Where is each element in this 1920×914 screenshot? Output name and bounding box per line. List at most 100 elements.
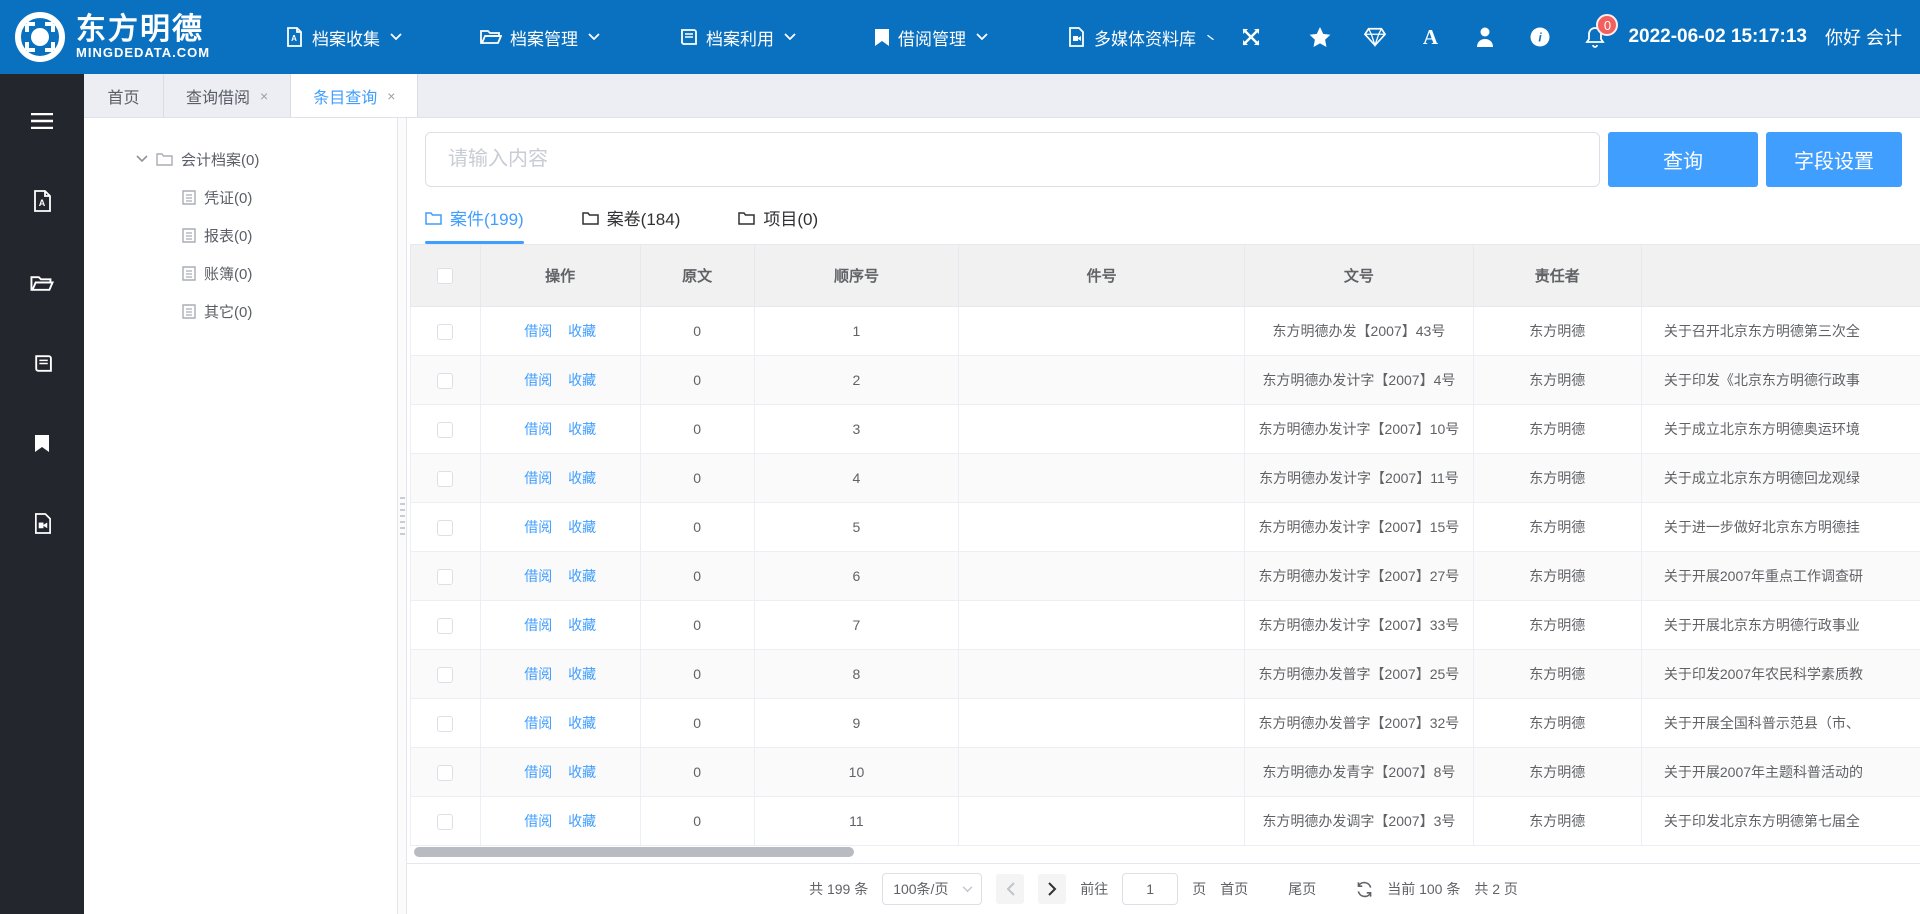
folder-icon <box>425 211 442 225</box>
row-checkbox[interactable] <box>437 618 453 634</box>
page-size-select[interactable]: 100条/页 <box>882 873 982 905</box>
close-icon[interactable]: × <box>260 88 268 104</box>
query-button[interactable]: 查询 <box>1608 132 1758 187</box>
folder-open-icon <box>480 28 502 46</box>
favorite-link[interactable]: 收藏 <box>568 764 596 780</box>
row-checkbox[interactable] <box>437 814 453 830</box>
favorites-button[interactable] <box>1309 26 1331 48</box>
sidebar-item-borrow-manage[interactable] <box>19 414 65 472</box>
field-settings-button[interactable]: 字段设置 <box>1766 132 1902 187</box>
search-input[interactable] <box>425 132 1600 187</box>
nav-archive-collect[interactable]: A 档案收集 <box>284 25 402 50</box>
sidebar-menu-toggle[interactable] <box>19 92 65 150</box>
sidebar-item-archive-collect[interactable]: A <box>19 172 65 230</box>
favorite-link[interactable]: 收藏 <box>568 568 596 584</box>
tree-node-root[interactable]: 会计档案(0) <box>136 144 397 174</box>
tab-home[interactable]: 首页 <box>84 74 164 117</box>
result-tab-volumes[interactable]: 案卷(184) <box>582 205 681 244</box>
row-checkbox[interactable] <box>437 765 453 781</box>
refresh-icon <box>1356 881 1373 898</box>
cell-original: 0 <box>640 503 754 552</box>
favorite-link[interactable]: 收藏 <box>568 813 596 829</box>
borrow-link[interactable]: 借阅 <box>524 323 552 339</box>
top-icon-group: A i 0 <box>1309 26 1606 48</box>
last-page-link[interactable]: 尾页 <box>1288 879 1316 899</box>
tab-entry-query[interactable]: 条目查询 × <box>291 74 418 117</box>
cell-sequence: 8 <box>754 650 958 699</box>
sidebar-item-archive-use[interactable] <box>19 334 65 392</box>
row-checkbox[interactable] <box>437 324 453 340</box>
row-checkbox[interactable] <box>437 373 453 389</box>
nav-media-library[interactable]: 多媒体资料库 <box>1066 25 1215 50</box>
file-pdf-icon: A <box>32 190 52 212</box>
tree-node-child[interactable]: 凭证(0) <box>136 182 397 212</box>
favorite-link[interactable]: 收藏 <box>568 666 596 682</box>
table-row: 借阅 收藏 0 5 东方明德办发计字【2007】15号 东方明德 关于进一步做好… <box>411 503 1920 552</box>
prev-page-button[interactable] <box>996 874 1024 904</box>
borrow-link[interactable]: 借阅 <box>524 372 552 388</box>
favorite-link[interactable]: 收藏 <box>568 519 596 535</box>
media-file-icon <box>1066 27 1086 47</box>
notifications-button[interactable]: 0 <box>1584 26 1606 48</box>
nav-archive-manage[interactable]: 档案管理 <box>480 25 600 50</box>
cell-title: 关于成立北京东方明德回龙观绿 <box>1641 454 1920 503</box>
points-button[interactable] <box>1364 26 1386 48</box>
fullscreen-toggle[interactable] <box>1241 27 1261 47</box>
folder-icon <box>156 152 173 166</box>
nav-archive-use[interactable]: 档案利用 <box>678 25 796 50</box>
result-tab-projects[interactable]: 项目(0) <box>738 205 818 244</box>
top-header-bar: 东方明德 MINGDEDATA.COM A 档案收集 档案管理 档案利用 借阅管… <box>0 0 1920 74</box>
font-size-button[interactable]: A <box>1419 26 1441 48</box>
next-page-button[interactable] <box>1038 874 1066 904</box>
page-number-input[interactable] <box>1122 873 1178 905</box>
page-size-value: 100条/页 <box>893 879 948 899</box>
cell-sequence: 4 <box>754 454 958 503</box>
borrow-link[interactable]: 借阅 <box>524 715 552 731</box>
cell-title: 关于开展北京东方明德行政事业 <box>1641 601 1920 650</box>
close-icon[interactable]: × <box>387 88 395 104</box>
favorite-link[interactable]: 收藏 <box>568 323 596 339</box>
row-checkbox[interactable] <box>437 422 453 438</box>
sidebar-item-media-library[interactable] <box>19 494 65 552</box>
borrow-link[interactable]: 借阅 <box>524 421 552 437</box>
nav-borrow-manage[interactable]: 借阅管理 <box>874 25 988 50</box>
borrow-link[interactable]: 借阅 <box>524 764 552 780</box>
borrow-link[interactable]: 借阅 <box>524 666 552 682</box>
result-tab-cases[interactable]: 案件(199) <box>425 205 524 244</box>
select-all-checkbox[interactable] <box>437 268 453 284</box>
row-checkbox[interactable] <box>437 667 453 683</box>
borrow-link[interactable]: 借阅 <box>524 519 552 535</box>
favorite-link[interactable]: 收藏 <box>568 372 596 388</box>
gem-icon <box>1364 27 1386 47</box>
tree-node-child[interactable]: 账簿(0) <box>136 258 397 288</box>
sidebar-item-archive-manage[interactable] <box>19 254 65 312</box>
row-checkbox[interactable] <box>437 716 453 732</box>
borrow-link[interactable]: 借阅 <box>524 617 552 633</box>
tab-query-borrow[interactable]: 查询借阅 × <box>164 74 291 117</box>
column-header-original: 原文 <box>640 245 754 307</box>
row-checkbox[interactable] <box>437 471 453 487</box>
favorite-link[interactable]: 收藏 <box>568 421 596 437</box>
tree-node-child[interactable]: 报表(0) <box>136 220 397 250</box>
user-button[interactable] <box>1474 26 1496 48</box>
greeting-text[interactable]: 你好 会计 <box>1825 24 1902 50</box>
splitter-grip-icon <box>400 493 405 539</box>
borrow-link[interactable]: 借阅 <box>524 813 552 829</box>
borrow-link[interactable]: 借阅 <box>524 568 552 584</box>
chevron-right-icon <box>1048 882 1057 896</box>
first-page-link[interactable]: 首页 <box>1220 879 1248 899</box>
column-header-title: 题名 <box>1641 245 1920 307</box>
cell-piece-no <box>959 503 1245 552</box>
refresh-button[interactable] <box>1356 881 1373 898</box>
borrow-link[interactable]: 借阅 <box>524 470 552 486</box>
row-checkbox[interactable] <box>437 569 453 585</box>
panel-splitter[interactable] <box>397 118 407 914</box>
row-checkbox[interactable] <box>437 520 453 536</box>
favorite-link[interactable]: 收藏 <box>568 715 596 731</box>
info-button[interactable]: i <box>1529 26 1551 48</box>
horizontal-scrollbar-thumb[interactable] <box>414 847 854 857</box>
favorite-link[interactable]: 收藏 <box>568 470 596 486</box>
favorite-link[interactable]: 收藏 <box>568 617 596 633</box>
tree-node-child[interactable]: 其它(0) <box>136 296 397 326</box>
document-icon <box>182 304 196 319</box>
